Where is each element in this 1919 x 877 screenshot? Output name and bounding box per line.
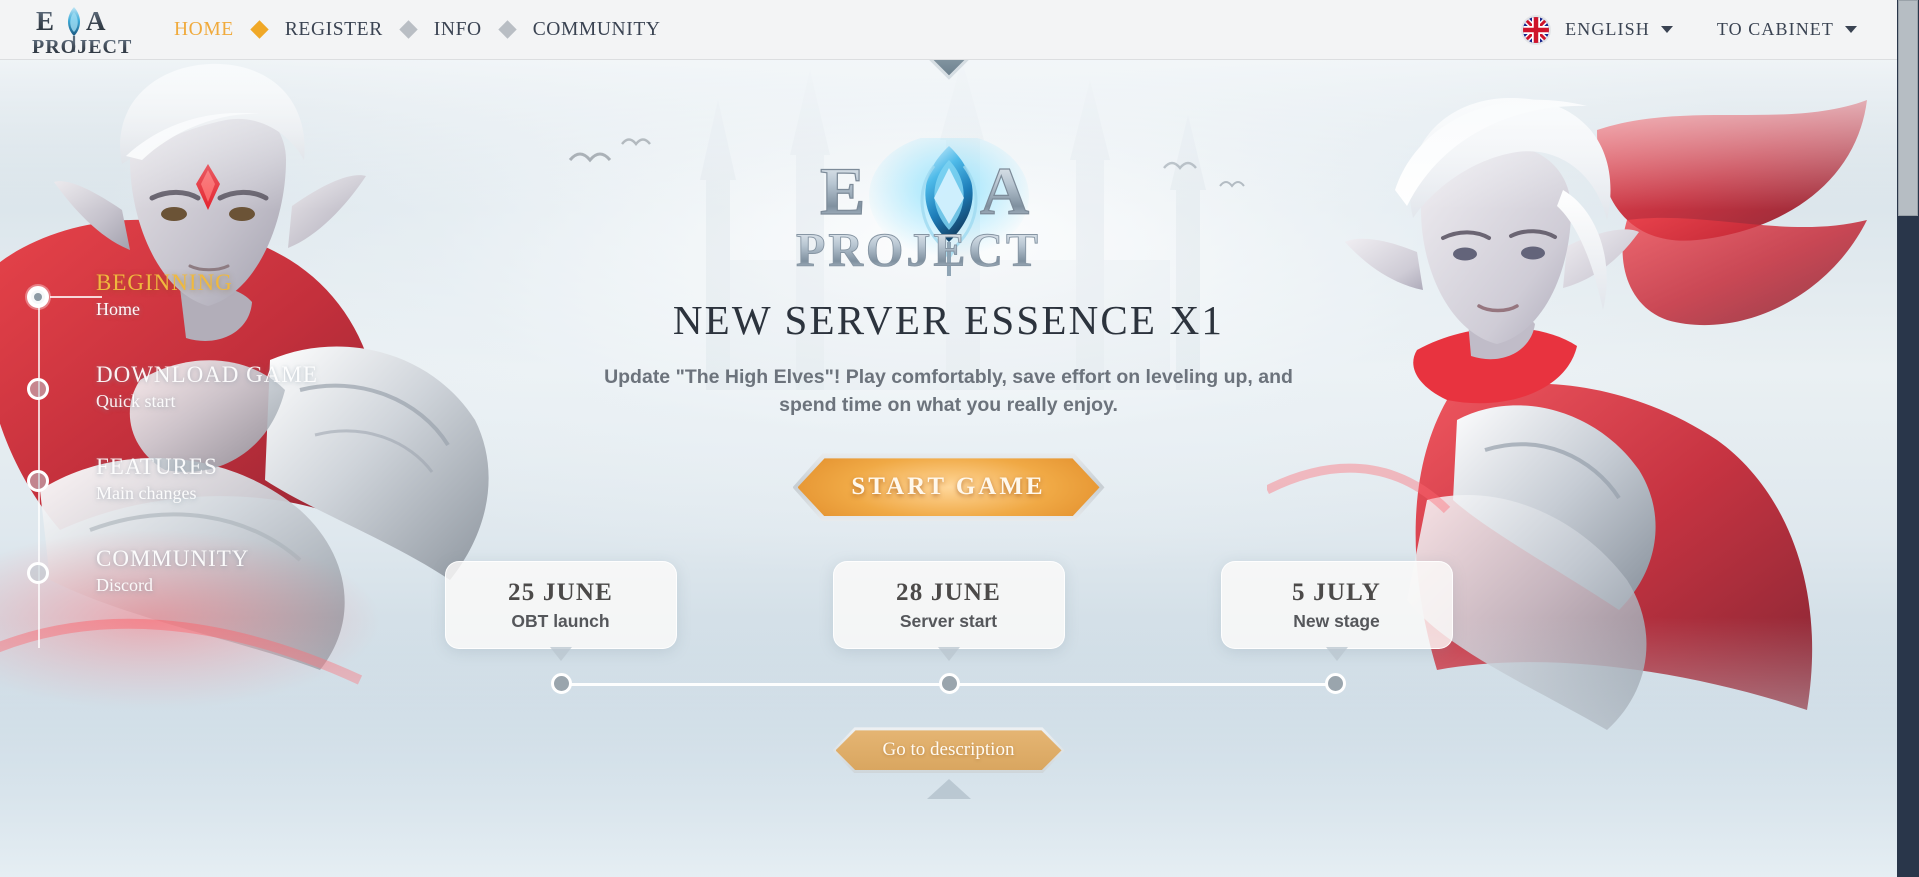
timeline-card-date: 5 JULY <box>1292 578 1381 606</box>
eva-project-logo-icon: E A PROJECT <box>32 6 132 58</box>
goto-button-surface: Go to description <box>836 730 1062 770</box>
svg-text:A: A <box>86 6 106 36</box>
sidebar-item-subtitle: Main changes <box>96 483 197 504</box>
header-right-controls: ENGLISH TO CABINET <box>1521 14 1897 45</box>
goto-button-label: Go to description <box>882 739 1015 761</box>
page-title: NEW SERVER ESSENCE X1 <box>672 297 1225 343</box>
sidebar-item-community[interactable]: COMMUNITY Discord <box>27 546 358 638</box>
main-nav: HOME REGISTER INFO COMMUNITY <box>168 15 667 45</box>
timeline-node-icon[interactable] <box>551 673 572 695</box>
nav-item-info[interactable]: INFO <box>428 15 488 45</box>
sidebar-item-download-game[interactable]: DOWNLOAD GAME Quick start <box>27 362 358 454</box>
sidebar-item-title: DOWNLOAD GAME <box>96 362 318 387</box>
hero-subtitle: Update "The High Elves"! Play comfortabl… <box>604 366 1293 416</box>
hero-logo: E A PROJECT <box>784 134 1114 278</box>
side-nav-dot-icon[interactable] <box>27 470 49 492</box>
eva-project-hero-logo-icon: E A PROJECT <box>795 134 1041 277</box>
svg-text:E: E <box>36 6 54 36</box>
timeline-card-date: 25 JUNE <box>508 578 613 606</box>
nav-item-home[interactable]: HOME <box>168 15 240 45</box>
vertical-scrollbar-thumb[interactable] <box>1898 0 1918 216</box>
hero-banner: BEGINNING Home DOWNLOAD GAME Quick start… <box>0 60 1897 877</box>
timeline-card[interactable]: 5 JULY New stage <box>1220 561 1453 662</box>
side-nav-dot-icon[interactable] <box>27 378 49 400</box>
sidebar-item-features[interactable]: FEATURES Main changes <box>27 454 358 546</box>
chevron-down-large-icon[interactable] <box>926 779 971 800</box>
svg-text:E: E <box>820 153 865 229</box>
hero-side-nav: BEGINNING Home DOWNLOAD GAME Quick start… <box>27 270 358 648</box>
timeline-card-label: Server start <box>899 610 998 631</box>
timeline-cards: 25 JUNE OBT launch 28 JUNE Server start … <box>444 561 1453 662</box>
uk-flag-icon[interactable] <box>1521 14 1552 45</box>
sidebar-item-subtitle: Home <box>96 299 140 320</box>
svg-text:A: A <box>980 153 1029 229</box>
language-chevron-down-icon[interactable] <box>1660 26 1673 33</box>
timeline-node-icon[interactable] <box>938 673 960 695</box>
timeline-card-label: New stage <box>1293 610 1380 631</box>
svg-text:PROJECT: PROJECT <box>32 36 132 58</box>
sidebar-item-title: FEATURES <box>96 454 218 479</box>
timeline-card-label: OBT launch <box>511 610 610 631</box>
timeline-card[interactable]: 28 JUNE Server start <box>832 561 1065 662</box>
nav-item-community[interactable]: COMMUNITY <box>527 15 667 45</box>
nav-separator-diamond-icon <box>250 20 269 39</box>
sidebar-item-title: BEGINNING <box>96 270 233 295</box>
start-game-button[interactable]: START GAME <box>793 453 1105 521</box>
cabinet-chevron-down-icon[interactable] <box>1845 26 1857 33</box>
browser-viewport: E A PROJECT HOME REGISTER INFO COMMUNITY <box>0 0 1919 877</box>
start-button-label: START GAME <box>851 473 1046 501</box>
sidebar-item-subtitle: Quick start <box>96 391 176 412</box>
side-nav-dot-icon[interactable] <box>27 286 49 308</box>
sidebar-item-beginning[interactable]: BEGINNING Home <box>27 270 358 362</box>
timeline-card[interactable]: 25 JUNE OBT launch <box>444 561 677 662</box>
nav-item-register[interactable]: REGISTER <box>279 15 389 45</box>
svg-text:PROJECT: PROJECT <box>796 224 1041 277</box>
to-cabinet-label[interactable]: TO CABINET <box>1717 19 1834 40</box>
sidebar-item-title: COMMUNITY <box>96 546 250 571</box>
site-header: E A PROJECT HOME REGISTER INFO COMMUNITY <box>0 0 1897 60</box>
site-logo[interactable]: E A PROJECT <box>28 2 146 58</box>
page-content: E A PROJECT HOME REGISTER INFO COMMUNITY <box>0 0 1897 877</box>
nav-separator-diamond-icon <box>399 20 418 39</box>
timeline-rail <box>551 673 1346 695</box>
sidebar-item-subtitle: Discord <box>96 575 153 596</box>
timeline-card-date: 28 JUNE <box>896 578 1001 606</box>
nav-separator-diamond-icon <box>498 20 517 39</box>
side-nav-dot-icon[interactable] <box>27 562 49 584</box>
go-to-description-button[interactable]: Go to description <box>833 727 1065 773</box>
timeline-node-icon[interactable] <box>1325 673 1346 695</box>
start-button-surface: START GAME <box>798 458 1100 516</box>
language-selector-label[interactable]: ENGLISH <box>1565 19 1650 40</box>
side-nav-tick-icon <box>50 296 102 298</box>
